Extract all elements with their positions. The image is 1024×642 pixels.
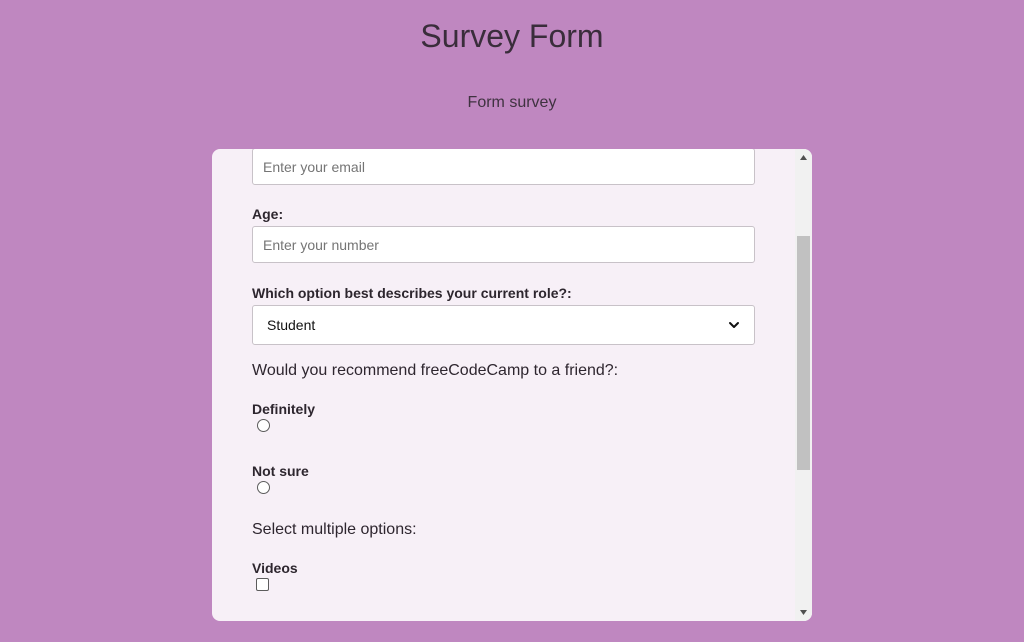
checkbox-label-videos: Videos [252,560,298,576]
form-scrollbar[interactable] [795,149,812,621]
scroll-up-arrow-icon[interactable] [795,149,812,166]
page-title: Survey Form [420,18,604,54]
age-label: Age: [252,206,284,222]
page-description: Form survey [467,94,557,111]
recommend-question: Would you recommend freeCodeCamp to a fr… [252,362,619,379]
scroll-down-arrow-icon[interactable] [795,604,812,621]
page: Survey Form Form survey Age: Which optio… [0,0,1024,642]
multi-options-question: Select multiple options: [252,521,417,538]
radio-definitely[interactable] [257,419,270,432]
survey-form-card[interactable]: Age: Which option best describes your cu… [212,149,812,621]
radio-label-definitely: Definitely [252,401,316,417]
role-select[interactable]: Student [252,305,755,345]
checkbox-videos[interactable] [256,578,269,591]
chevron-down-icon [728,319,740,331]
role-select-value: Student [267,317,316,333]
role-label: Which option best describes your current… [252,285,572,301]
radio-not-sure[interactable] [257,481,270,494]
scrollbar-thumb[interactable] [797,236,810,470]
email-input[interactable] [252,149,755,185]
age-input[interactable] [252,226,755,263]
radio-label-not-sure: Not sure [252,463,309,479]
